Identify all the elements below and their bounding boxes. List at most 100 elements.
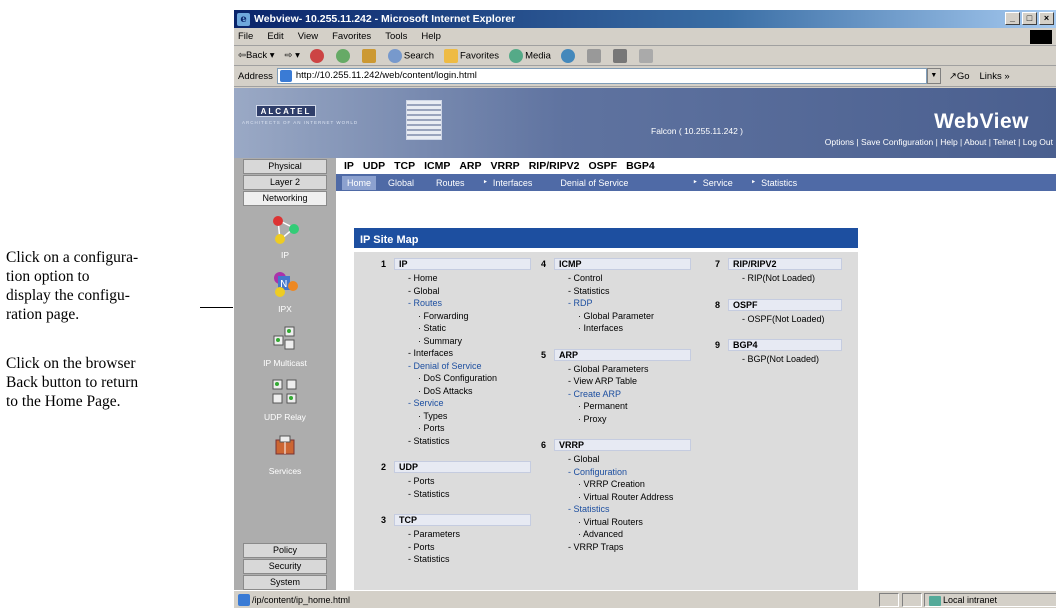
link-static[interactable]: · Static	[408, 322, 531, 335]
media-icon	[509, 48, 524, 63]
maximize-button[interactable]: □	[1022, 12, 1037, 25]
tab-policy[interactable]: Policy	[243, 543, 327, 558]
subnav-routes[interactable]: Routes	[436, 178, 465, 188]
link-interfaces[interactable]: - Interfaces	[408, 347, 531, 360]
link-service[interactable]: - Service	[408, 397, 531, 410]
link-vrrp-creation[interactable]: · VRRP Creation	[568, 478, 691, 491]
link-view-arp-table[interactable]: - View ARP Table	[568, 375, 691, 388]
sidebar-item-services[interactable]: Services	[234, 432, 336, 476]
link-dos-configuration[interactable]: · DoS Configuration	[408, 372, 531, 385]
link-virtual-router-address[interactable]: · Virtual Router Address	[568, 491, 691, 504]
link-rdp[interactable]: - RDP	[568, 297, 691, 310]
page-status-icon	[238, 593, 250, 606]
link-advanced[interactable]: · Advanced	[568, 528, 691, 541]
edit-icon[interactable]	[638, 48, 653, 63]
tab-tcp[interactable]: TCP	[394, 160, 415, 172]
address-dropdown-button[interactable]: ▼	[926, 68, 941, 84]
links-button[interactable]: Links »	[980, 71, 1010, 82]
link-ports[interactable]: · Ports	[408, 422, 531, 435]
status-bar: /ip/content/ip_home.html Local intranet	[234, 590, 1056, 608]
link-rdp-interfaces[interactable]: · Interfaces	[568, 322, 691, 335]
link-rip[interactable]: - RIP(Not Loaded)	[742, 272, 842, 285]
tab-icmp[interactable]: ICMP	[424, 160, 450, 172]
link-denial-of-service[interactable]: - Denial of Service	[408, 360, 531, 373]
tab-physical[interactable]: Physical	[243, 159, 327, 174]
media-button[interactable]: Media	[509, 48, 551, 63]
link-global-parameter[interactable]: · Global Parameter	[568, 310, 691, 323]
subnav-global[interactable]: Global	[388, 178, 414, 188]
link-global[interactable]: - Global	[408, 285, 531, 298]
link-permanent[interactable]: · Permanent	[568, 400, 691, 413]
menu-tools[interactable]: Tools	[385, 31, 407, 42]
tab-vrrp[interactable]: VRRP	[491, 160, 520, 172]
link-tcp-ports[interactable]: - Ports	[408, 541, 531, 554]
link-udp-ports[interactable]: - Ports	[408, 475, 531, 488]
tab-ip[interactable]: IP	[344, 160, 354, 172]
link-summary[interactable]: · Summary	[408, 335, 531, 348]
link-tcp-statistics[interactable]: - Statistics	[408, 553, 531, 566]
section-bgp-list: - BGP(Not Loaded)	[728, 353, 842, 366]
link-icmp-control[interactable]: - Control	[568, 272, 691, 285]
stop-icon[interactable]	[309, 48, 324, 63]
subnav-home[interactable]: Home	[342, 175, 377, 190]
link-virtual-routers[interactable]: · Virtual Routers	[568, 516, 691, 529]
go-button[interactable]: ↗Go	[949, 71, 970, 82]
tab-networking[interactable]: Networking	[243, 191, 327, 206]
top-links[interactable]: Options | Save Configuration | Help | Ab…	[825, 137, 1053, 147]
link-vrrp-global[interactable]: - Global	[568, 453, 691, 466]
link-icmp-statistics[interactable]: - Statistics	[568, 285, 691, 298]
forward-button[interactable]: ⇨ ▾	[285, 50, 300, 61]
mail-icon[interactable]	[586, 48, 601, 63]
close-button[interactable]: ×	[1039, 12, 1054, 25]
link-routes[interactable]: - Routes	[408, 297, 531, 310]
tab-layer2[interactable]: Layer 2	[243, 175, 327, 190]
link-statistics[interactable]: - Statistics	[408, 435, 531, 448]
favorites-button[interactable]: Favorites	[443, 48, 499, 63]
subnav-statistics[interactable]: Statistics	[761, 178, 797, 188]
sidebar-item-udp-relay[interactable]: UDP Relay	[234, 378, 336, 422]
menu-favorites[interactable]: Favorites	[332, 31, 371, 42]
menu-view[interactable]: View	[298, 31, 318, 42]
minimize-button[interactable]: _	[1005, 12, 1020, 25]
link-vrrp-configuration[interactable]: - Configuration	[568, 466, 691, 479]
print-icon[interactable]	[612, 48, 627, 63]
link-dos-attacks[interactable]: · DoS Attacks	[408, 385, 531, 398]
tab-udp[interactable]: UDP	[363, 160, 385, 172]
subnav-interfaces[interactable]: Interfaces	[493, 178, 533, 188]
link-create-arp[interactable]: - Create ARP	[568, 388, 691, 401]
link-vrrp-traps[interactable]: - VRRP Traps	[568, 541, 691, 554]
link-tcp-parameters[interactable]: - Parameters	[408, 528, 531, 541]
home-icon[interactable]	[361, 48, 376, 63]
link-bgp[interactable]: - BGP(Not Loaded)	[742, 353, 842, 366]
link-udp-statistics[interactable]: - Statistics	[408, 488, 531, 501]
back-button[interactable]: ⇦Back ▾	[238, 50, 275, 61]
link-arp-global-parameters[interactable]: - Global Parameters	[568, 363, 691, 376]
sidebar-item-ip-multicast[interactable]: IP Multicast	[234, 324, 336, 368]
tab-security[interactable]: Security	[243, 559, 327, 574]
tab-arp[interactable]: ARP	[459, 160, 481, 172]
sidebar-item-ipx[interactable]: N IPX	[234, 270, 336, 314]
subnav-dos[interactable]: Denial of Service	[560, 178, 628, 188]
sidebar-item-ip[interactable]: IP	[234, 216, 336, 260]
search-button[interactable]: Search	[387, 48, 434, 63]
link-proxy[interactable]: · Proxy	[568, 413, 691, 426]
tab-bgp4[interactable]: BGP4	[626, 160, 655, 172]
menu-edit[interactable]: Edit	[267, 31, 283, 42]
subnav-service[interactable]: Service	[703, 178, 733, 188]
section-arp-header: 5 ARP	[541, 348, 691, 361]
services-icon	[270, 432, 300, 460]
tab-rip[interactable]: RIP/RIPV2	[529, 160, 580, 172]
link-types[interactable]: · Types	[408, 410, 531, 423]
history-icon[interactable]	[560, 48, 575, 63]
address-input[interactable]: http://10.255.11.242/web/content/login.h…	[276, 68, 927, 84]
link-ospf[interactable]: - OSPF(Not Loaded)	[742, 313, 842, 326]
link-vrrp-statistics[interactable]: - Statistics	[568, 503, 691, 516]
section-bgp-header: 9 BGP4	[715, 339, 842, 351]
menu-help[interactable]: Help	[421, 31, 441, 42]
link-forwarding[interactable]: · Forwarding	[408, 310, 531, 323]
tab-ospf[interactable]: OSPF	[588, 160, 617, 172]
refresh-icon[interactable]	[335, 48, 350, 63]
tab-system[interactable]: System	[243, 575, 327, 590]
menu-file[interactable]: File	[238, 31, 253, 42]
link-home[interactable]: - Home	[408, 272, 531, 285]
